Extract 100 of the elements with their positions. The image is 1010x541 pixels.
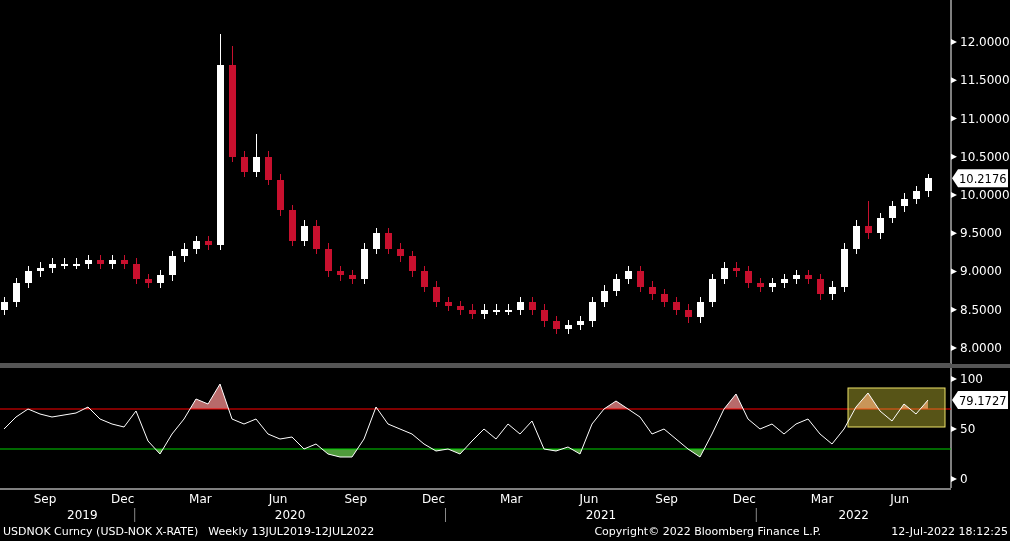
- highlight-box[interactable]: [847, 387, 946, 428]
- candlestick: [613, 273, 620, 296]
- axis-label: 50: [960, 422, 976, 436]
- axis-label: Dec: [111, 492, 135, 506]
- candlestick: [85, 254, 92, 270]
- candlestick: [745, 266, 752, 289]
- candlestick: [241, 151, 248, 178]
- candlestick: [865, 201, 872, 239]
- candlestick: [589, 296, 596, 327]
- axis-label: Sep: [344, 492, 368, 506]
- candlestick: [649, 281, 656, 300]
- candlestick: [349, 269, 356, 285]
- candlestick: [709, 273, 716, 308]
- candlestick: [661, 289, 668, 308]
- candlestick: [697, 296, 704, 323]
- candlestick: [733, 262, 740, 277]
- candlestick: [109, 254, 116, 270]
- axis-label: 11.0000: [960, 111, 1010, 126]
- candlestick: [301, 220, 308, 247]
- axis-label: 10.5000: [960, 149, 1010, 164]
- candlestick: [817, 273, 824, 300]
- axis-label: 8.0000: [960, 340, 1002, 355]
- candlestick: [97, 254, 104, 270]
- candlestick: [469, 304, 476, 319]
- candlestick: [673, 296, 680, 316]
- candlestick: [433, 281, 440, 308]
- candlestick: [193, 235, 200, 254]
- candlestick: [457, 300, 464, 316]
- candlestick: [637, 266, 644, 293]
- candlestick: [49, 258, 56, 273]
- candlestick: [805, 269, 812, 285]
- candlestick: [313, 220, 320, 254]
- candlestick: [553, 315, 560, 335]
- axis-label: 2019: [67, 508, 98, 522]
- candlestick: [481, 304, 488, 319]
- candlestick: [841, 243, 848, 293]
- candlestick: [337, 266, 344, 281]
- candlestick: [121, 254, 128, 270]
- axis-label: Sep: [655, 492, 678, 506]
- candlestick: [253, 133, 260, 178]
- candlestick: [517, 296, 524, 316]
- candlestick: [901, 193, 908, 212]
- candlestick: [361, 243, 368, 285]
- candlestick: [889, 201, 896, 224]
- candlestick: [265, 151, 272, 186]
- candlestick: [421, 266, 428, 293]
- axis-label: 9.0000: [960, 264, 1002, 279]
- candlestick: [541, 304, 548, 327]
- candlestick: [685, 304, 692, 323]
- candlestick: [205, 235, 212, 251]
- candlestick: [913, 185, 920, 205]
- candlestick: [793, 269, 800, 285]
- period-label: Weekly 13JUL2019-12JUL2022: [208, 525, 375, 538]
- candlestick: [829, 281, 836, 300]
- candlestick: [1, 296, 8, 316]
- axis-label: Dec: [421, 492, 446, 506]
- axis-label: Jun: [268, 492, 288, 506]
- candlestick: [781, 273, 788, 289]
- axis-label: Sep: [33, 492, 57, 506]
- candlestick: [877, 212, 884, 239]
- axis-label: Dec: [732, 492, 756, 506]
- axis-label: Jun: [890, 492, 910, 506]
- timestamp: 12-Jul-2022 18:12:25: [891, 525, 1008, 538]
- axis-label: 100: [960, 372, 983, 386]
- candlestick: [373, 227, 380, 254]
- axis-label: Jun: [579, 492, 599, 506]
- candlestick: [445, 296, 452, 312]
- candlestick: [73, 258, 80, 270]
- candlestick: [625, 266, 632, 285]
- axis-label: 8.5000: [960, 302, 1002, 317]
- candlestick: [925, 173, 932, 197]
- candlestick: [853, 220, 860, 254]
- candlestick: [169, 250, 176, 281]
- candlestick: [181, 243, 188, 262]
- candlestick: [277, 174, 284, 216]
- candlestick: [385, 227, 392, 254]
- candlestick: [409, 250, 416, 277]
- candlestick: [25, 266, 32, 289]
- candlestick: [145, 273, 152, 289]
- axis-label: 2020: [274, 508, 306, 522]
- last-value-label: 10.2176: [952, 169, 1008, 188]
- axis-label: 0: [960, 472, 968, 486]
- candlestick: [157, 269, 164, 289]
- candlestick: [529, 296, 536, 316]
- copyright-text: Copyright© 2022 Bloomberg Finance L.P.: [594, 525, 822, 538]
- candlestick: [601, 285, 608, 308]
- candlestick: [61, 258, 68, 270]
- axis-label: 12.0000: [960, 35, 1010, 50]
- candlestick: [757, 277, 764, 293]
- axis-label: 2021: [585, 508, 617, 522]
- axis-label: 11.5000: [960, 73, 1010, 88]
- last-value-label: 79.1727: [952, 391, 1008, 409]
- axis-label: 10.0000: [960, 188, 1010, 202]
- candlestick: [289, 204, 296, 247]
- candlestick: [565, 319, 572, 335]
- axis-label: Mar: [810, 492, 834, 506]
- candlestick: [769, 277, 776, 293]
- candlestick: [133, 258, 140, 285]
- candlestick: [37, 262, 44, 277]
- axis-label: Mar: [499, 492, 523, 506]
